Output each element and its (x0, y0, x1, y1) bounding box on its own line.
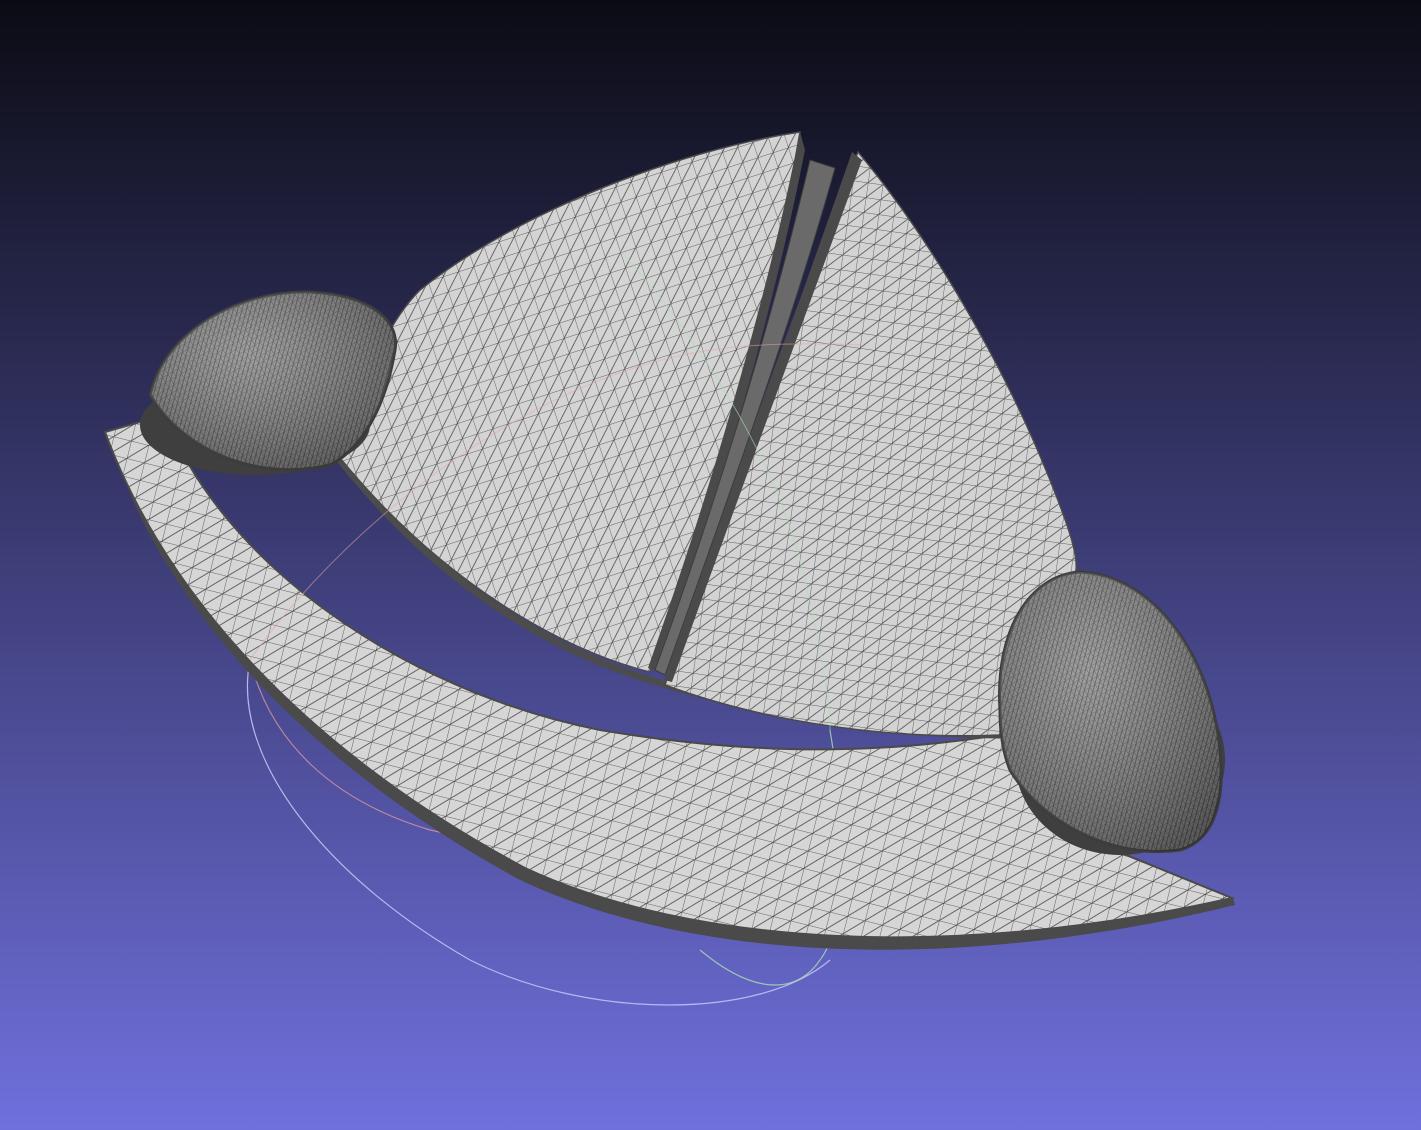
3d-viewport[interactable] (0, 0, 1421, 1130)
mesh-render-canvas[interactable] (0, 0, 1421, 1130)
